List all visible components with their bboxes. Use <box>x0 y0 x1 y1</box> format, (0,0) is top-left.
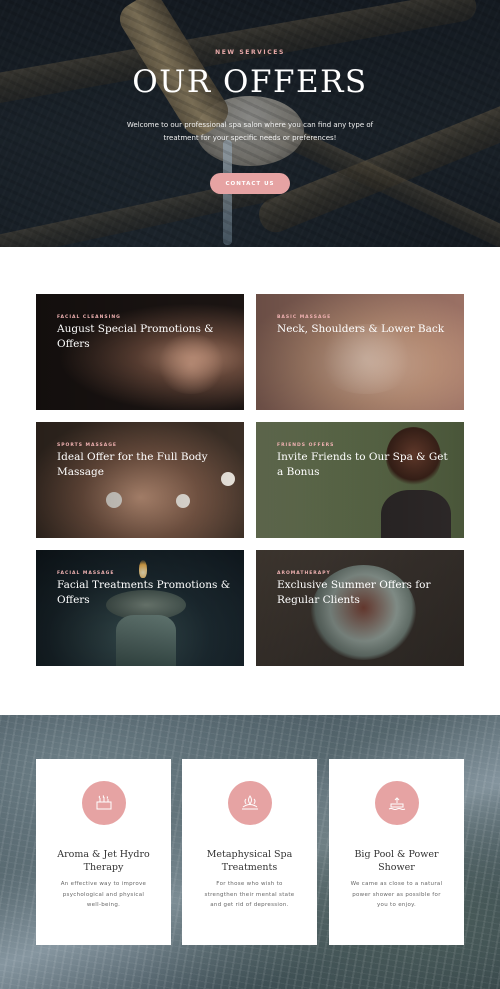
feature-title: Big Pool & Power Shower <box>354 849 439 873</box>
offer-category: FACIAL MASSAGE <box>57 571 115 576</box>
feature-card: Aroma & Jet Hydro Therapy An effective w… <box>36 759 171 945</box>
page-title: OUR OFFERS <box>132 64 368 100</box>
feature-title: Metaphysical Spa Treatments <box>206 849 293 873</box>
offer-category: FRIENDS OFFERS <box>277 443 335 448</box>
features-section: Aroma & Jet Hydro Therapy An effective w… <box>0 715 500 989</box>
hero-section: NEW SERVICES OUR OFFERS Welcome to our p… <box>0 0 500 247</box>
spa-treatment-icon <box>228 781 272 825</box>
offer-card[interactable]: FACIAL CLEANSING August Special Promotio… <box>36 294 244 410</box>
offer-card[interactable]: SPORTS MASSAGE Ideal Offer for the Full … <box>36 422 244 538</box>
feature-card: Metaphysical Spa Treatments For those wh… <box>182 759 317 945</box>
contact-us-button[interactable]: CONTACT US <box>210 173 290 194</box>
offers-section: FACIAL CLEANSING August Special Promotio… <box>0 247 500 715</box>
offer-title[interactable]: Exclusive Summer Offers for Regular Clie… <box>277 578 457 608</box>
offer-title[interactable]: Facial Treatments Promotions & Offers <box>57 578 237 608</box>
offer-category: FACIAL CLEANSING <box>57 315 121 320</box>
pool-shower-icon <box>375 781 419 825</box>
offer-category: AROMATHERAPY <box>277 571 331 576</box>
offer-card[interactable]: FRIENDS OFFERS Invite Friends to Our Spa… <box>256 422 464 538</box>
offer-category: BASIC MASSAGE <box>277 315 332 320</box>
offer-title[interactable]: August Special Promotions & Offers <box>57 322 237 352</box>
feature-description: For those who wish to strengthen their m… <box>204 881 295 908</box>
feature-title: Aroma & Jet Hydro Therapy <box>57 849 150 873</box>
offer-card[interactable]: BASIC MASSAGE Neck, Shoulders & Lower Ba… <box>256 294 464 410</box>
offer-card[interactable]: AROMATHERAPY Exclusive Summer Offers for… <box>256 550 464 666</box>
feature-description: We came as close to a natural power show… <box>350 881 443 908</box>
offer-title[interactable]: Neck, Shoulders & Lower Back <box>277 322 457 337</box>
hero-kicker: NEW SERVICES <box>215 49 285 56</box>
hydro-therapy-icon <box>82 781 126 825</box>
feature-description: An effective way to improve psychologica… <box>60 881 147 908</box>
feature-card: Big Pool & Power Shower We came as close… <box>329 759 464 945</box>
offer-title[interactable]: Invite Friends to Our Spa & Get a Bonus <box>277 450 457 480</box>
offer-category: SPORTS MASSAGE <box>57 443 117 448</box>
offer-card[interactable]: FACIAL MASSAGE Facial Treatments Promoti… <box>36 550 244 666</box>
hero-subtitle: Welcome to our professional spa salon wh… <box>126 121 374 142</box>
offer-title[interactable]: Ideal Offer for the Full Body Massage <box>57 450 237 480</box>
